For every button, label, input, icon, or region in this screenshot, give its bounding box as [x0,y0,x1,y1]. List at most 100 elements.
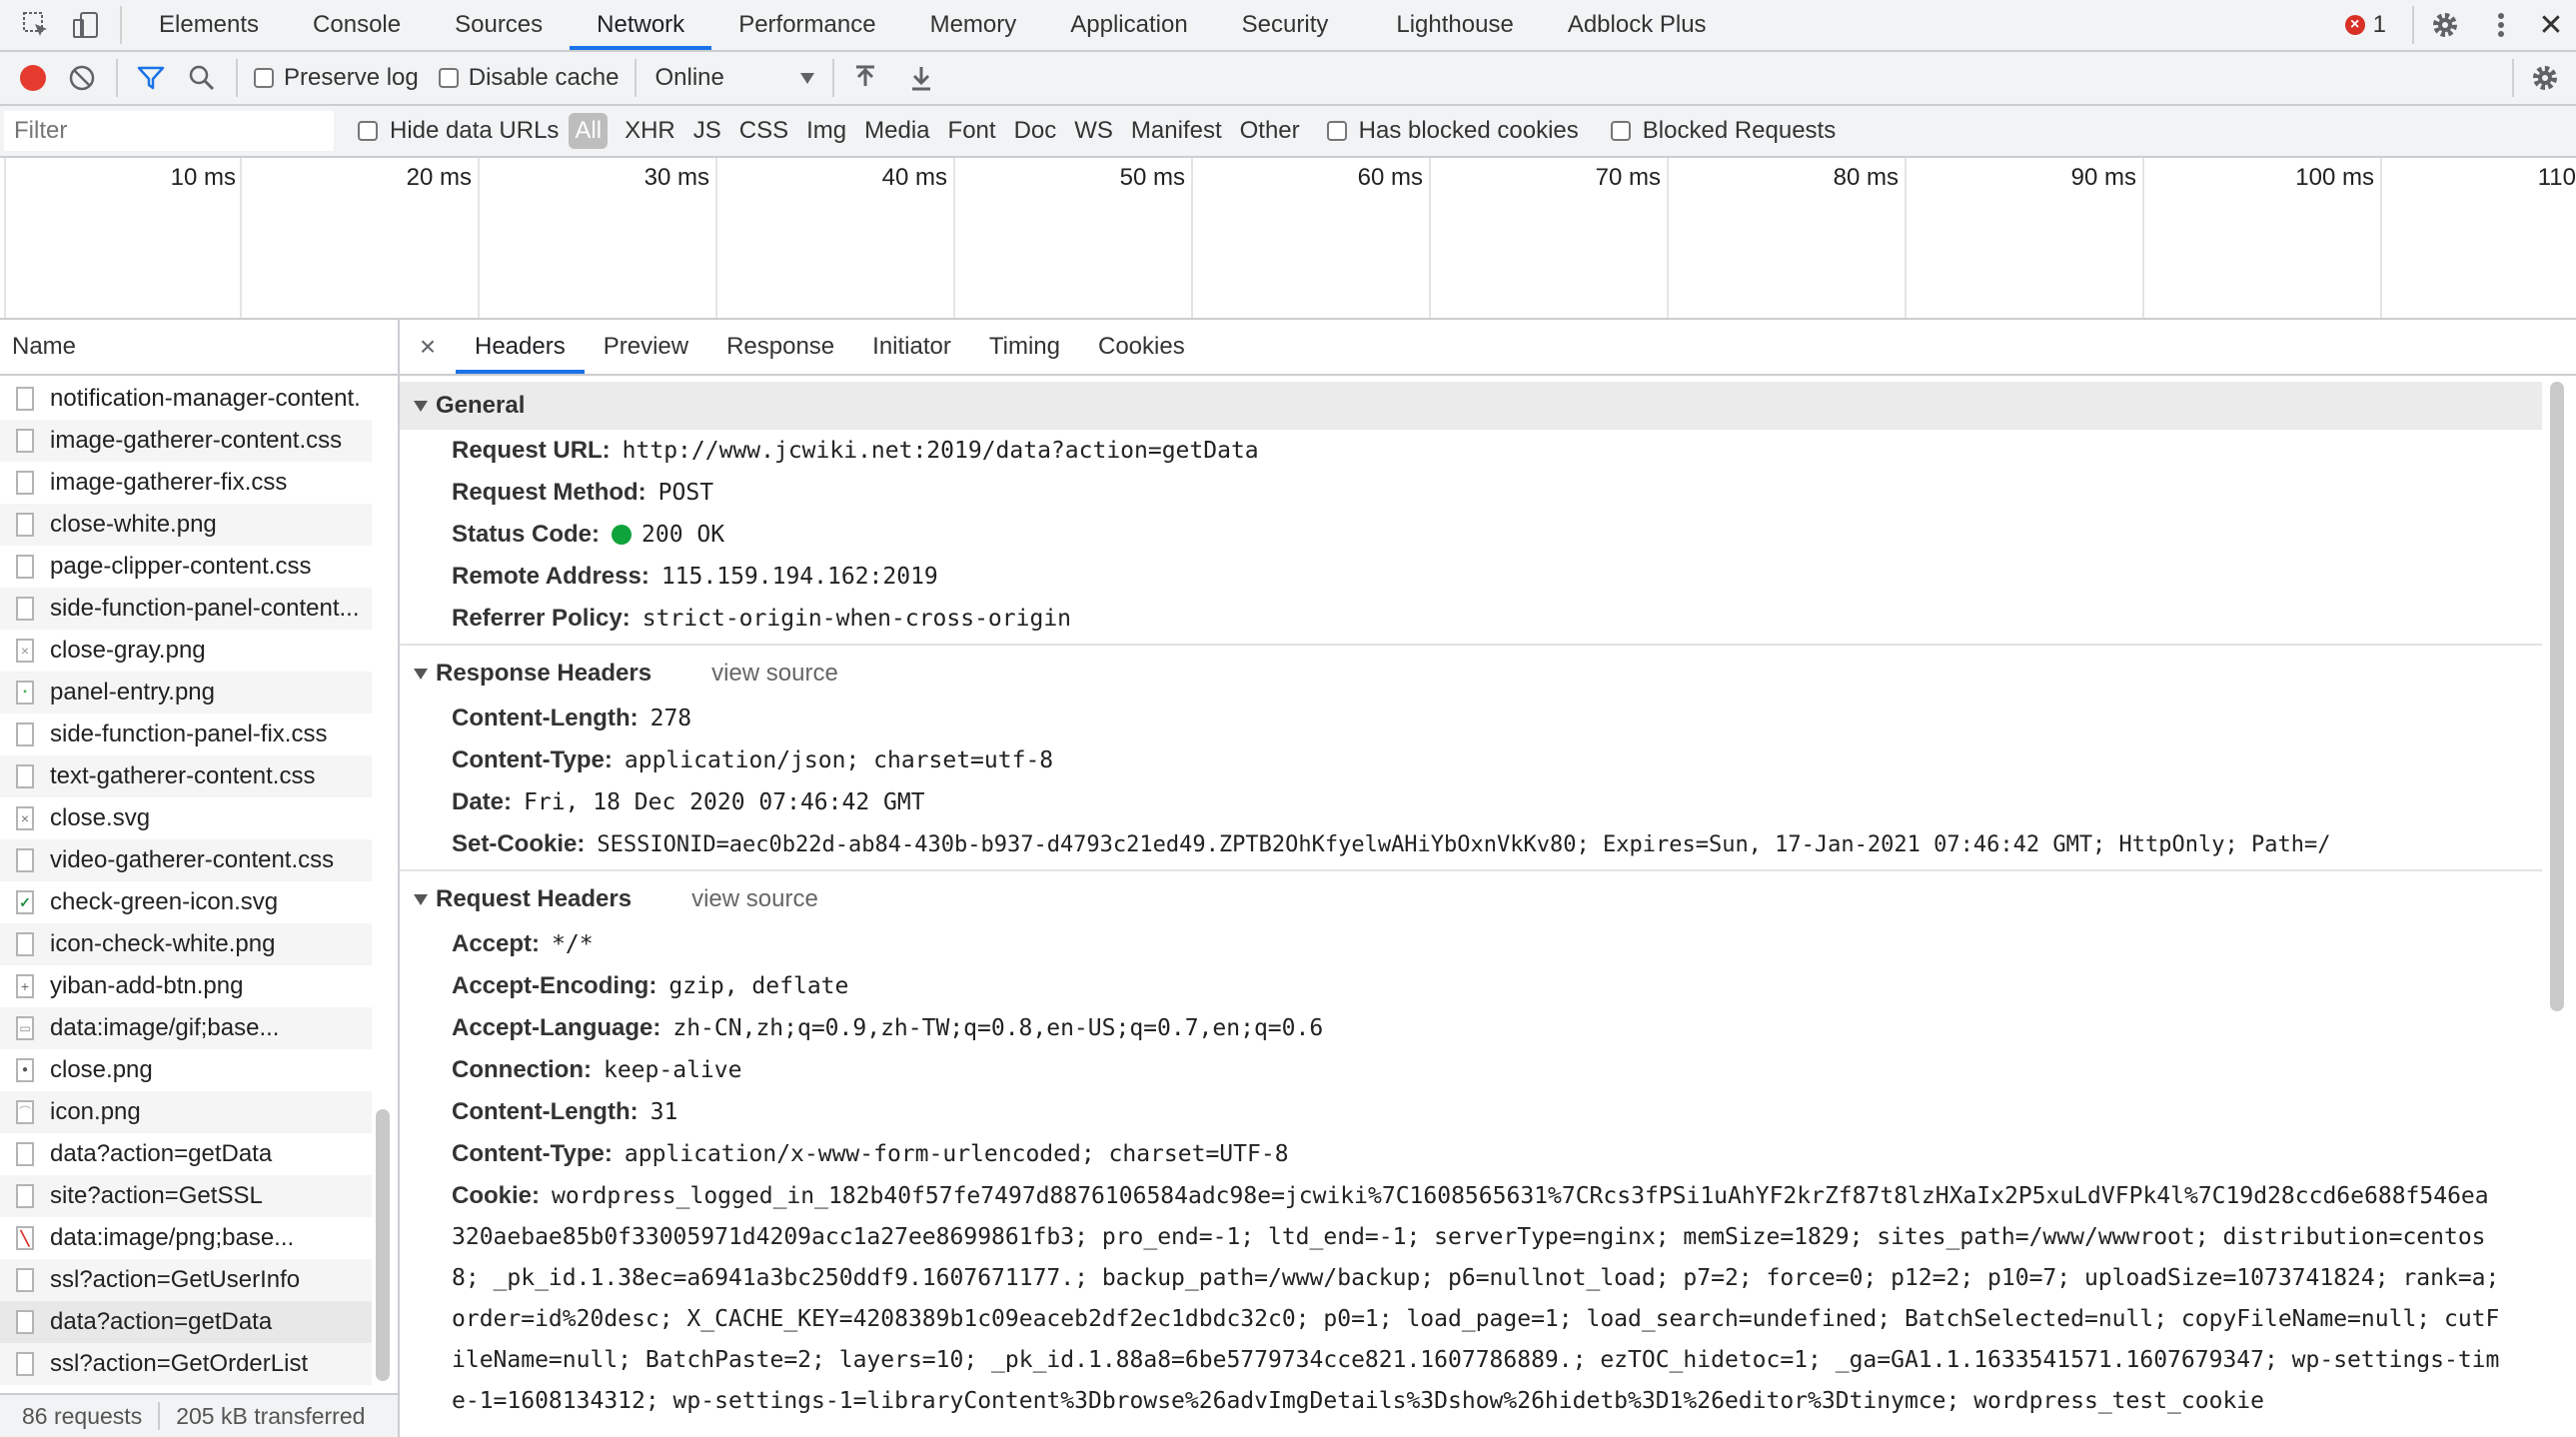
filter-type-xhr[interactable]: XHR [616,113,684,149]
request-row-selected[interactable]: data?action=getData [0,1301,372,1343]
timeline-tick: 20 ms [240,158,478,318]
file-icon [16,1184,34,1208]
name-column-header[interactable]: Name [0,320,398,376]
tab-headers[interactable]: Headers [456,320,585,374]
request-row[interactable]: site?action=GetSSL [0,1175,372,1217]
tab-elements[interactable]: Elements [132,0,286,50]
request-row[interactable]: ✓ check-green-icon.svg [0,881,372,923]
close-devtools-icon[interactable]: ✕ [2526,8,2576,43]
request-row[interactable]: image-gatherer-content.css [0,420,372,462]
preserve-log-checkbox[interactable] [254,68,274,88]
request-row[interactable]: ╲ data:image/png;base... [0,1217,372,1259]
request-row[interactable]: × close-gray.png [0,630,372,672]
tab-timing[interactable]: Timing [970,320,1079,374]
request-row[interactable]: video-gatherer-content.css [0,839,372,881]
disable-cache-label: Disable cache [468,64,620,91]
export-har-icon[interactable] [908,64,934,92]
tab-response[interactable]: Response [707,320,853,374]
inspect-element-icon[interactable] [18,7,54,43]
more-options-icon[interactable] [2476,10,2526,40]
tab-initiator[interactable]: Initiator [853,320,970,374]
request-row[interactable]: ▭ data:image/gif;base... [0,1007,372,1049]
request-row[interactable]: side-function-panel-content... [0,588,372,630]
detail-scrollbar[interactable] [2550,382,2564,1011]
view-source-link[interactable]: view source [691,885,818,913]
file-icon [16,722,34,746]
file-icon [16,848,34,872]
request-row[interactable]: ssl?action=GetOrderList [0,1343,372,1385]
network-summary-bar: 86 requests 205 kB transferred [0,1393,398,1437]
filter-type-font[interactable]: Font [939,113,1005,149]
tab-sources[interactable]: Sources [428,0,570,50]
request-row[interactable]: + yiban-add-btn.png [0,965,372,1007]
close-svg-thumbnail-icon: × [16,806,34,830]
tab-lighthouse[interactable]: Lighthouse [1369,0,1540,50]
filter-type-js[interactable]: JS [684,113,730,149]
search-icon[interactable] [188,64,216,92]
filter-type-media[interactable]: Media [855,113,938,149]
header-row: Date: Fri, 18 Dec 2020 07:46:42 GMT [452,788,925,815]
tab-preview[interactable]: Preview [585,320,707,374]
header-row: Set-Cookie: SESSIONID=aec0b22d-ab84-430b-… [452,830,2331,857]
tab-network[interactable]: Network [570,0,712,50]
request-row[interactable]: page-clipper-content.css [0,546,372,588]
device-toolbar-icon[interactable] [68,7,104,43]
header-row: Accept: */* [452,930,594,957]
settings-gear-icon[interactable] [2414,10,2476,40]
request-row[interactable]: icon-check-white.png [0,923,372,965]
filter-type-css[interactable]: CSS [730,113,797,149]
blocked-requests-checkbox[interactable] [1610,121,1631,141]
tab-application[interactable]: Application [1043,0,1214,50]
filter-bar: Hide data URLs All XHR JS CSS Img Media … [0,106,2576,158]
request-row[interactable]: side-function-panel-fix.css [0,714,372,755]
filter-type-all[interactable]: All [569,113,609,149]
header-row: Connection: keep-alive [452,1056,742,1083]
network-settings-gear-icon[interactable] [2514,63,2576,93]
request-list-scrollbar[interactable] [376,1109,390,1381]
request-count: 86 requests [22,1402,143,1429]
tab-console[interactable]: Console [286,0,428,50]
hide-data-urls-checkbox[interactable] [358,121,378,141]
file-icon [16,1310,34,1334]
close-detail-icon[interactable]: × [400,331,456,363]
request-row[interactable]: text-gatherer-content.css [0,755,372,797]
filter-type-ws[interactable]: WS [1065,113,1122,149]
request-row[interactable]: ● close.png [0,1049,372,1091]
view-source-link[interactable]: view source [711,660,838,688]
divider [236,59,238,97]
error-counter[interactable]: × 1 [2344,11,2386,39]
filter-input[interactable] [4,111,334,151]
general-section-header[interactable]: General [400,382,2542,430]
request-row[interactable]: data?action=getData [0,1133,372,1175]
filter-type-doc[interactable]: Doc [1005,113,1066,149]
tab-memory[interactable]: Memory [903,0,1044,50]
filter-type-other[interactable]: Other [1231,113,1309,149]
has-blocked-cookies-checkbox[interactable] [1326,121,1347,141]
request-headers-section-header[interactable]: Request Headers view source [400,875,2542,923]
disable-cache-checkbox[interactable] [438,68,459,88]
request-row[interactable]: ssl?action=GetUserInfo [0,1259,372,1301]
request-row[interactable]: image-gatherer-fix.css [0,462,372,504]
clear-icon[interactable] [68,64,96,92]
hide-data-urls-label: Hide data URLs [390,117,560,144]
divider [158,1402,161,1430]
has-blocked-cookies-label: Has blocked cookies [1358,117,1579,144]
request-row[interactable]: ⌒ icon.png [0,1091,372,1133]
tab-cookies[interactable]: Cookies [1079,320,1204,374]
tab-adblock-plus[interactable]: Adblock Plus [1541,0,1734,50]
record-icon[interactable] [20,65,46,91]
filter-type-img[interactable]: Img [797,113,855,149]
tab-security[interactable]: Security [1215,0,1356,50]
tab-performance[interactable]: Performance [711,0,902,50]
filter-type-manifest[interactable]: Manifest [1122,113,1231,149]
header-row: Content-Type: application/x-www-form-urle… [452,1140,1289,1167]
filter-icon[interactable] [136,64,166,92]
request-row[interactable]: ▪ panel-entry.png [0,672,372,714]
request-row[interactable]: × close.svg [0,797,372,839]
network-overview-timeline[interactable]: 10 ms 20 ms 30 ms 40 ms 50 ms 60 ms 70 m… [0,158,2576,320]
response-headers-section-header[interactable]: Response Headers view source [400,650,2542,698]
request-row[interactable]: close-white.png [0,504,372,546]
request-row[interactable]: notification-manager-content. [0,378,372,420]
import-har-icon[interactable] [852,64,878,92]
throttling-select[interactable]: Online [654,64,815,92]
